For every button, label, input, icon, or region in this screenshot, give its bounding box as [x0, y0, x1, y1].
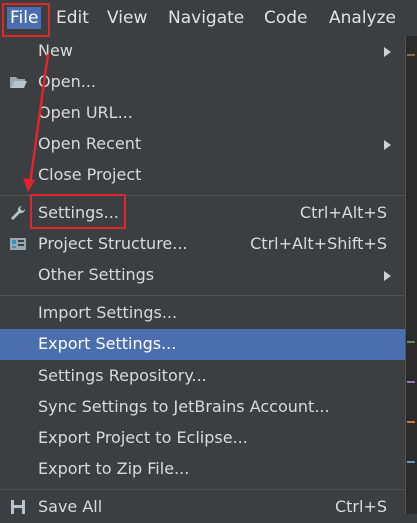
menu-item-import-settings[interactable]: Import Settings... — [0, 298, 405, 329]
menu-item-sync-settings[interactable]: Sync Settings to JetBrains Account... — [0, 392, 405, 423]
menu-navigate[interactable]: Navigate — [168, 7, 244, 29]
menu-item-label: Export Settings... — [38, 334, 177, 353]
menu-item-project-structure[interactable]: Project Structure... Ctrl+Alt+Shift+S — [0, 229, 405, 260]
menu-item-export-settings[interactable]: Export Settings... — [0, 329, 405, 360]
menu-view[interactable]: View — [107, 7, 147, 29]
menu-item-export-eclipse[interactable]: Export Project to Eclipse... — [0, 423, 405, 454]
menu-item-close-project[interactable]: Close Project — [0, 160, 405, 191]
menu-analyze[interactable]: Analyze — [329, 7, 396, 29]
file-menu-highlight-box — [2, 3, 50, 37]
menu-item-label: Import Settings... — [38, 303, 178, 322]
gutter-mark — [407, 461, 415, 463]
submenu-arrow-icon — [384, 140, 391, 150]
menu-code[interactable]: Code — [264, 7, 308, 29]
menu-item-label: Other Settings — [38, 265, 155, 284]
menu-item-shortcut: Ctrl+S — [334, 497, 387, 516]
menu-item-save-all[interactable]: Save All Ctrl+S — [0, 492, 405, 523]
menu-item-open-url[interactable]: Open URL... — [0, 98, 405, 129]
menu-item-open-recent[interactable]: Open Recent — [0, 129, 405, 160]
menu-item-label: Open... — [38, 72, 96, 91]
project-structure-icon — [10, 238, 26, 250]
menu-item-other-settings[interactable]: Other Settings — [0, 260, 405, 291]
menu-item-label: Open Recent — [38, 134, 142, 153]
submenu-arrow-icon — [384, 47, 391, 57]
menu-item-label: Project Structure... — [38, 234, 188, 253]
menu-item-label: Save All — [38, 497, 103, 516]
file-menu-dropdown: New Open... Open URL... Open Recent Clos… — [0, 36, 406, 516]
gutter-mark — [407, 381, 415, 383]
menu-item-shortcut: Ctrl+Alt+Shift+S — [250, 234, 387, 253]
submenu-arrow-icon — [384, 271, 391, 281]
menu-item-label: Sync Settings to JetBrains Account... — [38, 397, 330, 416]
menu-item-label: Settings Repository... — [38, 366, 207, 385]
settings-highlight-box — [30, 194, 126, 229]
menu-item-label: Close Project — [38, 165, 142, 184]
menu-item-settings-repository[interactable]: Settings Repository... — [0, 361, 405, 392]
menu-item-label: Export to Zip File... — [38, 459, 190, 478]
menu-item-shortcut: Ctrl+Alt+S — [299, 203, 387, 222]
gutter-mark — [407, 421, 415, 423]
gutter-mark — [407, 341, 415, 343]
menu-separator — [0, 489, 405, 490]
editor-strip — [405, 36, 417, 514]
save-icon — [11, 500, 25, 514]
menu-bar: File Edit View Navigate Code Analyze — [0, 0, 417, 37]
menu-item-open[interactable]: Open... — [0, 67, 405, 98]
wrench-icon — [11, 205, 26, 220]
menu-edit[interactable]: Edit — [56, 7, 89, 29]
menu-item-new[interactable]: New — [0, 36, 405, 67]
menu-item-export-zip[interactable]: Export to Zip File... — [0, 454, 405, 485]
menu-separator — [0, 295, 405, 296]
gutter-mark — [407, 54, 415, 56]
menu-item-label: Open URL... — [38, 103, 133, 122]
folder-open-icon — [10, 77, 27, 88]
menu-item-label: New — [38, 41, 73, 60]
menu-item-label: Export Project to Eclipse... — [38, 428, 248, 447]
